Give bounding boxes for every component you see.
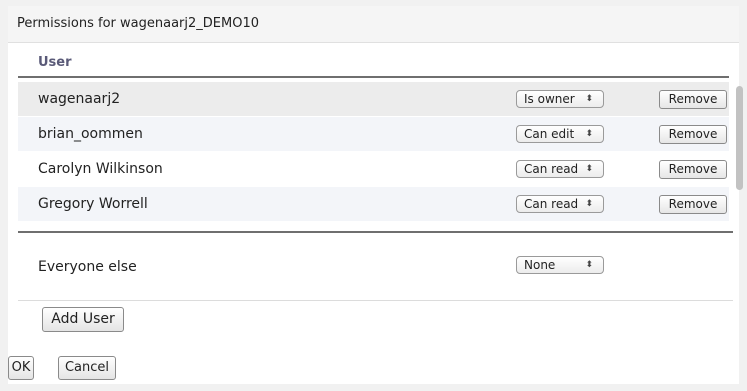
permission-select-value: Is owner bbox=[524, 92, 575, 106]
remove-user-button[interactable]: Remove bbox=[659, 160, 727, 179]
user-name: Carolyn Wilkinson bbox=[38, 161, 163, 177]
user-row[interactable]: Carolyn Wilkinson Can read ⬍ Remove bbox=[18, 152, 729, 186]
user-row[interactable]: wagenaarj2 Is owner ⬍ Remove bbox=[18, 82, 729, 116]
user-name: brian_oommen bbox=[38, 126, 143, 142]
footer-divider bbox=[18, 300, 733, 301]
updown-arrows-icon: ⬍ bbox=[585, 260, 593, 270]
user-row[interactable]: brian_oommen Can edit ⬍ Remove bbox=[18, 117, 729, 151]
permission-select-value: Can edit bbox=[524, 127, 575, 141]
ok-button[interactable]: OK bbox=[8, 356, 34, 380]
section-divider bbox=[18, 231, 733, 233]
permission-select[interactable]: Is owner ⬍ bbox=[516, 90, 604, 108]
users-list[interactable]: wagenaarj2 Is owner ⬍ Remove brian_oomme… bbox=[18, 82, 733, 223]
permission-select-value: None bbox=[524, 258, 556, 272]
remove-user-button[interactable]: Remove bbox=[659, 195, 727, 214]
everyone-else-row: Everyone else None ⬍ bbox=[18, 250, 729, 284]
add-user-button[interactable]: Add User bbox=[42, 307, 124, 332]
updown-arrows-icon: ⬍ bbox=[585, 199, 593, 209]
updown-arrows-icon: ⬍ bbox=[585, 129, 593, 139]
remove-user-button[interactable]: Remove bbox=[659, 125, 727, 144]
permissions-dialog: Permissions for wagenaarj2_DEMO10 User w… bbox=[8, 6, 743, 384]
permission-select[interactable]: Can edit ⬍ bbox=[516, 125, 604, 143]
updown-arrows-icon: ⬍ bbox=[585, 94, 593, 104]
user-name: Gregory Worrell bbox=[38, 196, 148, 212]
permission-select-value: Can read bbox=[524, 162, 579, 176]
updown-arrows-icon: ⬍ bbox=[585, 164, 593, 174]
cancel-button[interactable]: Cancel bbox=[58, 356, 116, 380]
user-row[interactable]: Gregory Worrell Can read ⬍ Remove bbox=[18, 187, 729, 221]
user-column-header: User bbox=[18, 50, 729, 78]
everyone-else-permission-select[interactable]: None ⬍ bbox=[516, 256, 604, 274]
dialog-title: Permissions for wagenaarj2_DEMO10 bbox=[17, 16, 259, 31]
user-column-header-label: User bbox=[38, 55, 72, 70]
permission-select-value: Can read bbox=[524, 197, 579, 211]
users-list-scrollbar[interactable] bbox=[735, 82, 745, 223]
remove-user-button[interactable]: Remove bbox=[659, 90, 727, 109]
everyone-else-label: Everyone else bbox=[38, 259, 137, 275]
permission-select[interactable]: Can read ⬍ bbox=[516, 160, 604, 178]
permission-select[interactable]: Can read ⬍ bbox=[516, 195, 604, 213]
dialog-titlebar: Permissions for wagenaarj2_DEMO10 bbox=[8, 6, 739, 43]
scrollbar-thumb[interactable] bbox=[736, 86, 743, 190]
user-name: wagenaarj2 bbox=[38, 91, 121, 107]
